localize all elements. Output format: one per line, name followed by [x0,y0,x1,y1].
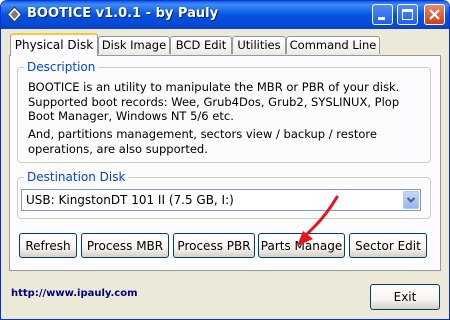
description-text: BOOTICE is an utility to manipulate the … [28,80,400,123]
website-link[interactable]: http://www.ipauly.com [11,288,138,299]
app-icon [6,6,23,23]
tab-command-line[interactable]: Command Line [286,36,380,54]
dropdown-arrow-button[interactable] [403,191,419,209]
tab-physical-disk[interactable]: Physical Disk [10,33,98,56]
destination-disk-legend: Destination Disk [24,170,129,185]
process-mbr-button[interactable]: Process MBR [81,233,169,258]
close-icon [429,9,440,20]
window-title: BOOTICE v1.0.1 - by Pauly [27,6,219,21]
maximize-icon [402,9,413,20]
description-legend: Description [24,60,99,75]
title-bar[interactable]: BOOTICE v1.0.1 - by Pauly [1,1,449,29]
destination-disk-select[interactable]: USB: KingstonDT 101 II (7.5 GB, I:) [21,189,421,211]
refresh-button[interactable]: Refresh [19,233,77,258]
sector-edit-button[interactable]: Sector Edit [349,233,427,258]
minimize-icon [378,17,385,20]
chevron-down-icon [406,197,416,203]
tab-utilities[interactable]: Utilities [232,36,286,54]
description-group: Description BOOTICE is an utility to man… [17,60,431,163]
close-button[interactable] [424,4,445,25]
description-text-2: And, partitions management, sectors view… [28,127,377,156]
tab-bcd-edit[interactable]: BCD Edit [170,36,232,54]
maximize-button[interactable] [397,4,418,25]
tab-disk-image[interactable]: Disk Image [98,36,170,54]
minimize-button[interactable] [372,4,393,25]
exit-button[interactable]: Exit [370,284,440,310]
app-window: BOOTICE v1.0.1 - by Pauly Physical Disk … [0,0,450,320]
process-pbr-button[interactable]: Process PBR [173,233,255,258]
red-arrow-annotation-icon [297,195,339,246]
destination-disk-value: USB: KingstonDT 101 II (7.5 GB, I:) [26,193,234,207]
